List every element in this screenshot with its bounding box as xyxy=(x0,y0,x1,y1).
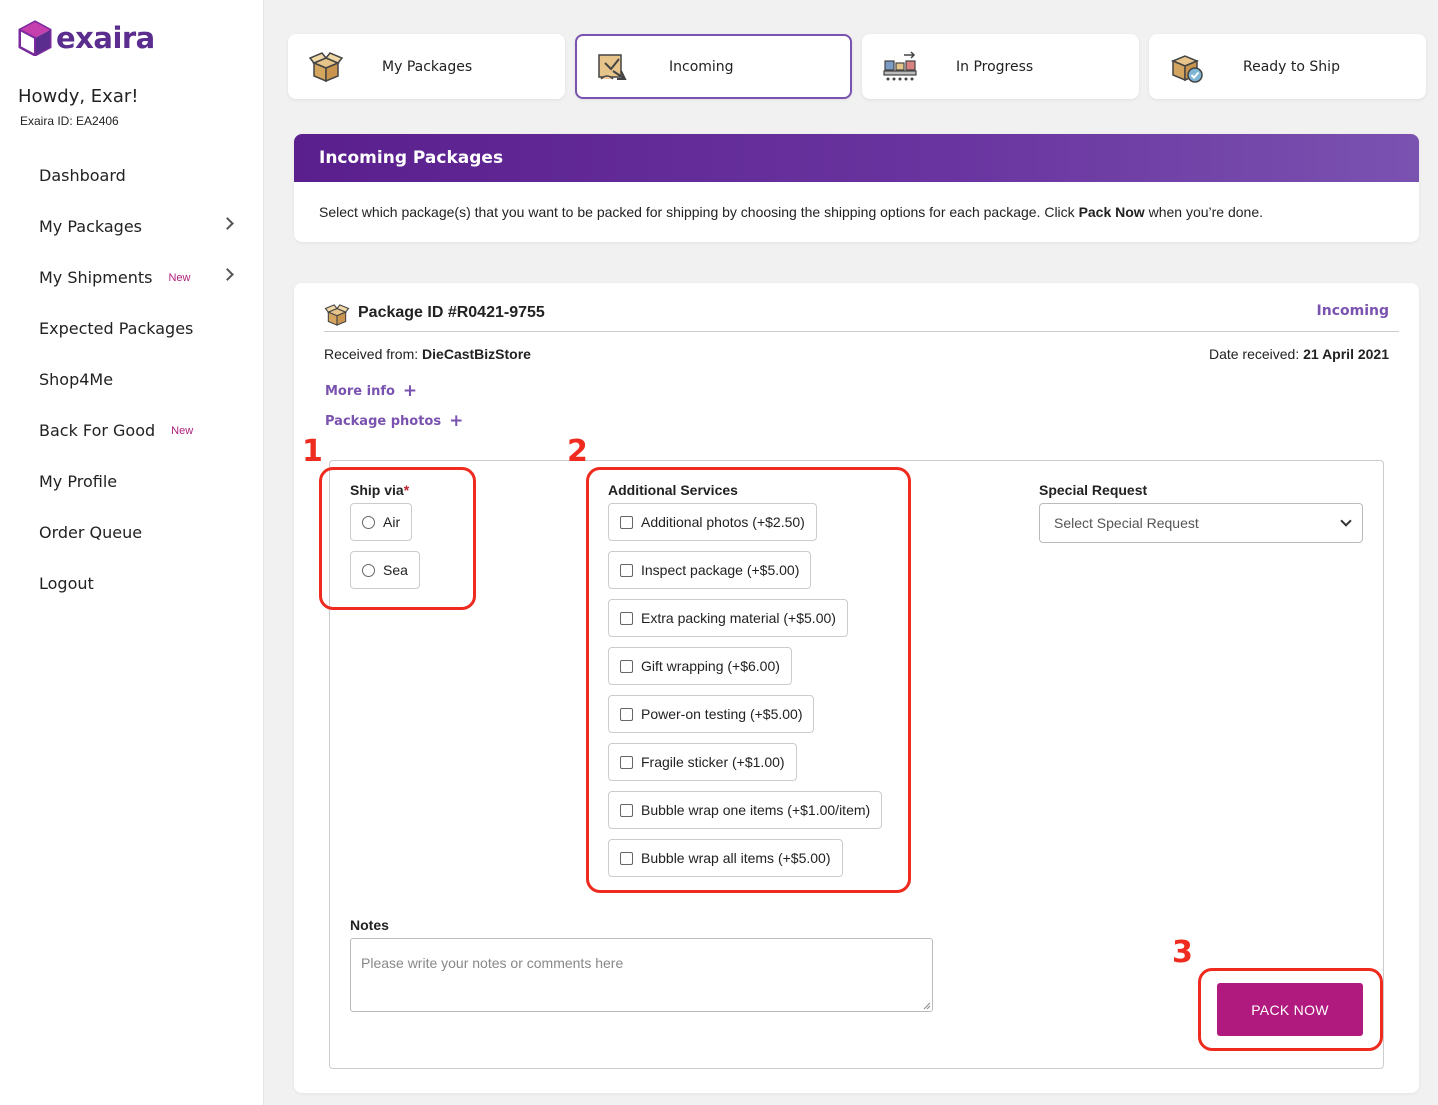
package-photos-label: Package photos xyxy=(325,413,442,429)
received-from-value: DieCastBizStore xyxy=(422,346,531,362)
sidebar-item-expected-packages[interactable]: Expected Packages xyxy=(0,303,264,354)
tab-label: My Packages xyxy=(382,58,473,75)
notes-label: Notes xyxy=(350,917,389,933)
special-request-label: Special Request xyxy=(1039,482,1148,498)
annotation-box-pack-now xyxy=(1198,968,1383,1051)
sidebar-item-label: My Profile xyxy=(39,472,118,491)
sidebar-item-dashboard[interactable]: Dashboard xyxy=(0,150,264,201)
new-badge: New xyxy=(168,271,191,284)
open-box-icon xyxy=(308,51,344,82)
annotation-box-services xyxy=(586,467,911,893)
plus-icon: + xyxy=(449,411,464,431)
new-badge: New xyxy=(171,424,194,437)
exaira-logo-icon xyxy=(18,20,52,56)
tab-label: In Progress xyxy=(956,58,1034,75)
annotation-number-2: 2 xyxy=(567,434,588,469)
chevron-right-icon xyxy=(221,268,234,281)
sidebar: exaira Howdy, Exar! Exaira ID: EA2406 Da… xyxy=(0,0,264,1105)
package-photos-toggle[interactable]: Package photos + xyxy=(325,411,463,431)
sidebar-item-label: Order Queue xyxy=(39,523,143,542)
sidebar-item-order-queue[interactable]: Order Queue xyxy=(0,507,264,558)
tab-incoming[interactable]: Incoming xyxy=(575,34,852,99)
brand-logo[interactable]: exaira xyxy=(18,20,155,56)
chevron-down-icon xyxy=(1340,515,1352,527)
plus-icon: + xyxy=(402,381,418,401)
date-received: Date received: 21 April 2021 xyxy=(1209,346,1389,362)
more-info-label: More info xyxy=(325,383,395,399)
sidebar-item-label: My Packages xyxy=(39,217,143,236)
incoming-packages-intro: Incoming Packages Select which package(s… xyxy=(294,134,1419,242)
tab-label: Ready to Ship xyxy=(1243,58,1340,75)
sidebar-item-label: My Shipments xyxy=(39,268,153,287)
sidebar-item-shop4me[interactable]: Shop4Me xyxy=(0,354,264,405)
received-from-label: Received from: xyxy=(324,346,423,362)
package-status: Incoming xyxy=(1316,303,1389,319)
received-from: Received from: DieCastBizStore xyxy=(324,346,531,362)
brand-name: exaira xyxy=(56,21,155,55)
sidebar-item-label: Back For Good xyxy=(39,421,156,440)
package-header: Package ID #R0421-9755 Incoming xyxy=(324,299,1399,332)
page-title: Incoming Packages xyxy=(319,148,504,168)
user-id: Exaira ID: EA2406 xyxy=(20,114,119,128)
checked-box-icon xyxy=(1171,54,1203,83)
annotation-number-3: 3 xyxy=(1172,935,1193,970)
sidebar-item-label: Logout xyxy=(39,574,94,593)
package-id: Package ID #R0421-9755 xyxy=(358,304,545,321)
select-value: Select Special Request xyxy=(1054,515,1199,531)
tab-my-packages[interactable]: My Packages xyxy=(288,34,565,99)
date-received-value: 21 April 2021 xyxy=(1303,346,1389,362)
resize-handle-icon[interactable] xyxy=(923,1002,931,1010)
tab-in-progress[interactable]: In Progress xyxy=(862,34,1139,99)
annotation-box-ship-via xyxy=(319,467,476,610)
sidebar-item-my-profile[interactable]: My Profile xyxy=(0,456,264,507)
sidebar-item-my-packages[interactable]: My Packages xyxy=(0,201,264,252)
chevron-right-icon xyxy=(221,217,234,230)
sidebar-item-my-shipments[interactable]: My Shipments New xyxy=(0,252,264,303)
incoming-box-icon xyxy=(598,53,627,80)
tab-ready-to-ship[interactable]: Ready to Ship xyxy=(1149,34,1426,99)
notes-textarea[interactable] xyxy=(350,938,933,1012)
package-box-icon xyxy=(324,304,350,326)
sidebar-item-logout[interactable]: Logout xyxy=(0,558,264,609)
tab-label: Incoming xyxy=(669,58,734,75)
intro-header: Incoming Packages xyxy=(294,134,1419,182)
sidebar-item-label: Dashboard xyxy=(39,166,126,185)
sidebar-item-label: Shop4Me xyxy=(39,370,114,389)
more-info-toggle[interactable]: More info + xyxy=(325,381,417,401)
sidebar-item-back-for-good[interactable]: Back For Good New xyxy=(0,405,264,456)
date-received-label: Date received: xyxy=(1208,346,1304,362)
user-greeting: Howdy, Exar! xyxy=(18,86,139,107)
sidebar-item-label: Expected Packages xyxy=(39,319,194,338)
intro-text-after: when you’re done. xyxy=(1144,204,1264,220)
annotation-number-1: 1 xyxy=(302,434,323,469)
package-tabs: My Packages Incoming In Progress Ready t… xyxy=(288,34,1426,99)
sidebar-nav: Dashboard My Packages My Shipments New E… xyxy=(0,150,264,609)
special-request-select[interactable]: Select Special Request xyxy=(1039,503,1363,543)
intro-text-bold: Pack Now xyxy=(1078,204,1145,220)
intro-description: Select which package(s) that you want to… xyxy=(294,182,1419,242)
intro-text-before: Select which package(s) that you want to… xyxy=(319,204,1079,220)
conveyor-icon xyxy=(883,50,917,80)
